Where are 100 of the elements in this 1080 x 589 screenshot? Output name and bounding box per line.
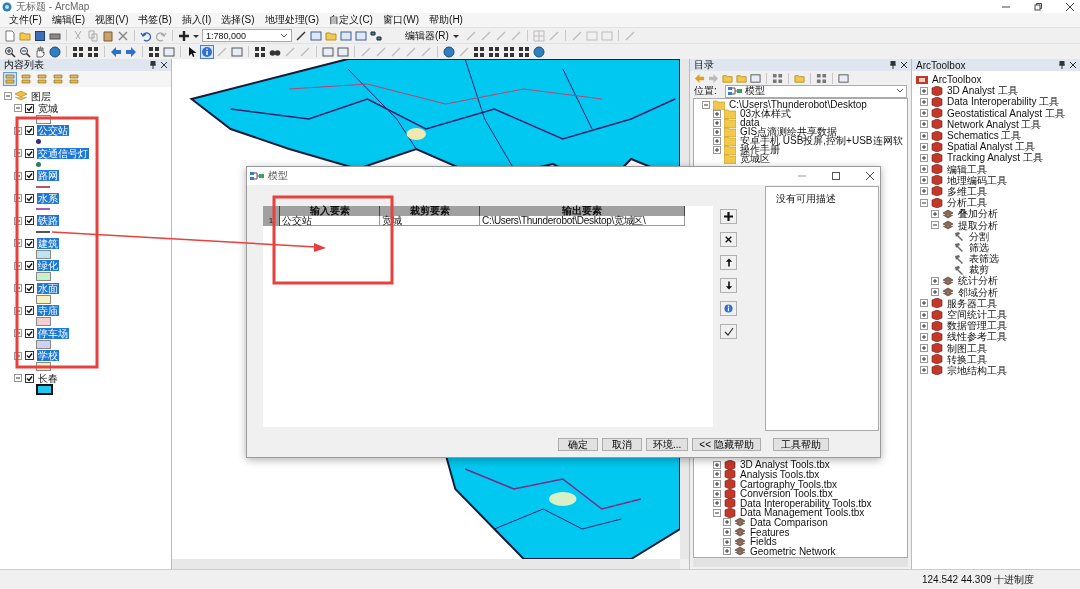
checkbox[interactable]	[25, 351, 34, 360]
find-icon[interactable]	[254, 45, 266, 58]
menu-item[interactable]: 窗口(W)	[377, 13, 425, 27]
pin-icon[interactable]	[150, 61, 156, 69]
info-button[interactable]	[720, 301, 737, 316]
expand-toggle[interactable]	[713, 470, 721, 479]
expand-toggle[interactable]	[713, 136, 721, 145]
expand-toggle[interactable]	[14, 306, 22, 315]
checkbox[interactable]	[25, 148, 34, 158]
expand-toggle[interactable]	[14, 261, 22, 270]
expand-toggle[interactable]	[920, 153, 928, 162]
expand-toggle[interactable]	[14, 126, 22, 135]
expand-toggle[interactable]	[920, 165, 928, 174]
tree-item[interactable]: 03水体样式	[739, 109, 793, 118]
expand-toggle[interactable]	[931, 276, 939, 285]
layer-name[interactable]: 交通信号灯	[37, 147, 89, 159]
expand-toggle[interactable]	[14, 149, 22, 157]
expand-toggle[interactable]	[920, 332, 928, 341]
paste-icon[interactable]	[102, 29, 114, 42]
scale-field[interactable]: 1:780,000	[202, 29, 292, 42]
caret-icon[interactable]	[193, 32, 199, 39]
toolbox-window-icon[interactable]	[340, 29, 352, 42]
restore-icon[interactable]	[1034, 2, 1042, 11]
fixed-zoom-out-icon[interactable]	[87, 45, 99, 58]
tree-item[interactable]: Geometric Network	[749, 546, 837, 556]
expand-toggle[interactable]	[723, 537, 731, 546]
expand-toggle[interactable]	[920, 97, 928, 106]
globe-icon[interactable]	[443, 45, 455, 58]
tree-item[interactable]: ArcToolbox	[931, 74, 983, 86]
tree-item[interactable]: 筛选	[968, 241, 990, 253]
menu-item[interactable]: 自定义(C)	[324, 13, 378, 27]
checkbox[interactable]	[25, 171, 34, 180]
full-extent-icon[interactable]	[49, 45, 61, 58]
layer-name[interactable]: 寺庙	[37, 305, 59, 316]
expand-toggle[interactable]	[14, 239, 22, 247]
layer-name[interactable]: 绿化	[37, 260, 59, 271]
checkbox[interactable]	[25, 238, 34, 248]
checkbox[interactable]	[25, 261, 34, 270]
expand-toggle[interactable]	[713, 499, 721, 508]
tree-item[interactable]: 转换工具	[946, 353, 988, 365]
tree-item[interactable]: 3D Analyst 工具	[946, 85, 1019, 97]
scrollbar[interactable]	[693, 558, 908, 567]
tree-item[interactable]: 宗地结构工具	[946, 364, 1008, 376]
tree-item[interactable]: 服务器工具	[946, 297, 998, 309]
checkbox[interactable]	[25, 103, 34, 113]
tree-item[interactable]: 编辑工具	[946, 163, 988, 175]
expand-toggle[interactable]	[14, 104, 22, 112]
tree-item[interactable]: 安卓手机 USB投屏,控制+USB连网软	[739, 136, 904, 145]
expand-toggle[interactable]	[14, 216, 22, 225]
table-cell[interactable]: 公交站	[280, 216, 380, 226]
tree-item[interactable]: 数据管理工具	[946, 320, 1008, 332]
expand-toggle[interactable]	[713, 508, 721, 517]
list-by-selection-icon[interactable]	[52, 73, 64, 85]
undo-icon[interactable]	[140, 29, 152, 42]
dialog-button[interactable]: 工具帮助	[772, 437, 829, 451]
tree-item[interactable]: 分析工具	[946, 197, 988, 209]
move-down-button[interactable]	[720, 278, 737, 293]
checkbox[interactable]	[25, 193, 34, 203]
pan-icon[interactable]	[34, 45, 46, 58]
tree-item[interactable]: data	[739, 118, 761, 127]
expand-toggle[interactable]	[920, 299, 928, 308]
tree-item[interactable]: 提取分析	[957, 219, 999, 231]
dialog-button[interactable]: 确定	[558, 437, 598, 451]
layer-name[interactable]: 水面	[37, 282, 59, 294]
tree-item[interactable]: Analysis Tools.tbx	[739, 469, 821, 479]
zoom-in-icon[interactable]	[4, 45, 16, 58]
expand-toggle[interactable]	[14, 374, 22, 382]
list-by-source-icon[interactable]	[20, 73, 32, 85]
expand-toggle[interactable]	[14, 329, 22, 337]
layer-name[interactable]: 水系	[37, 192, 59, 204]
layer-name[interactable]: 长春	[37, 372, 59, 384]
tree-item[interactable]: 线性参考工具	[946, 331, 1008, 343]
close-icon[interactable]	[866, 172, 874, 180]
tree-toggle-icon[interactable]	[816, 72, 827, 84]
expand-toggle[interactable]	[920, 120, 928, 129]
save-icon[interactable]	[34, 29, 46, 42]
expand-toggle[interactable]	[920, 131, 928, 140]
tree-item[interactable]: 地理编码工具	[946, 174, 1008, 186]
tree-item[interactable]: Fields	[749, 537, 778, 547]
tree-item[interactable]: 多维工具	[946, 185, 988, 197]
globe-icon[interactable]	[533, 45, 545, 58]
close-icon[interactable]	[1066, 2, 1074, 11]
expand-toggle[interactable]	[920, 109, 928, 118]
model-builder-icon[interactable]	[370, 29, 382, 42]
expand-toggle[interactable]	[723, 518, 731, 527]
dialog-button[interactable]: 取消	[602, 437, 642, 451]
tree-item[interactable]: Data Interoperability Tools.tbx	[739, 498, 873, 508]
tree-item[interactable]: Network Analyst 工具	[946, 118, 1043, 130]
expand-toggle[interactable]	[920, 321, 928, 330]
tree-item[interactable]: Spatial Analyst 工具	[946, 141, 1037, 153]
menu-item[interactable]: 编辑(E)	[46, 13, 91, 27]
expand-toggle[interactable]	[713, 109, 721, 118]
expand-toggle[interactable]	[713, 480, 721, 489]
tree-item[interactable]: 3D Analyst Tools.tbx	[739, 460, 831, 470]
options-icon[interactable]	[68, 73, 80, 85]
expand-toggle[interactable]	[14, 194, 22, 202]
expand-toggle[interactable]	[920, 310, 928, 319]
checkbox[interactable]	[25, 328, 34, 338]
tree-item[interactable]: C:\Users\Thunderobot\Desktop	[728, 100, 868, 109]
delete-row-button[interactable]	[720, 232, 737, 247]
